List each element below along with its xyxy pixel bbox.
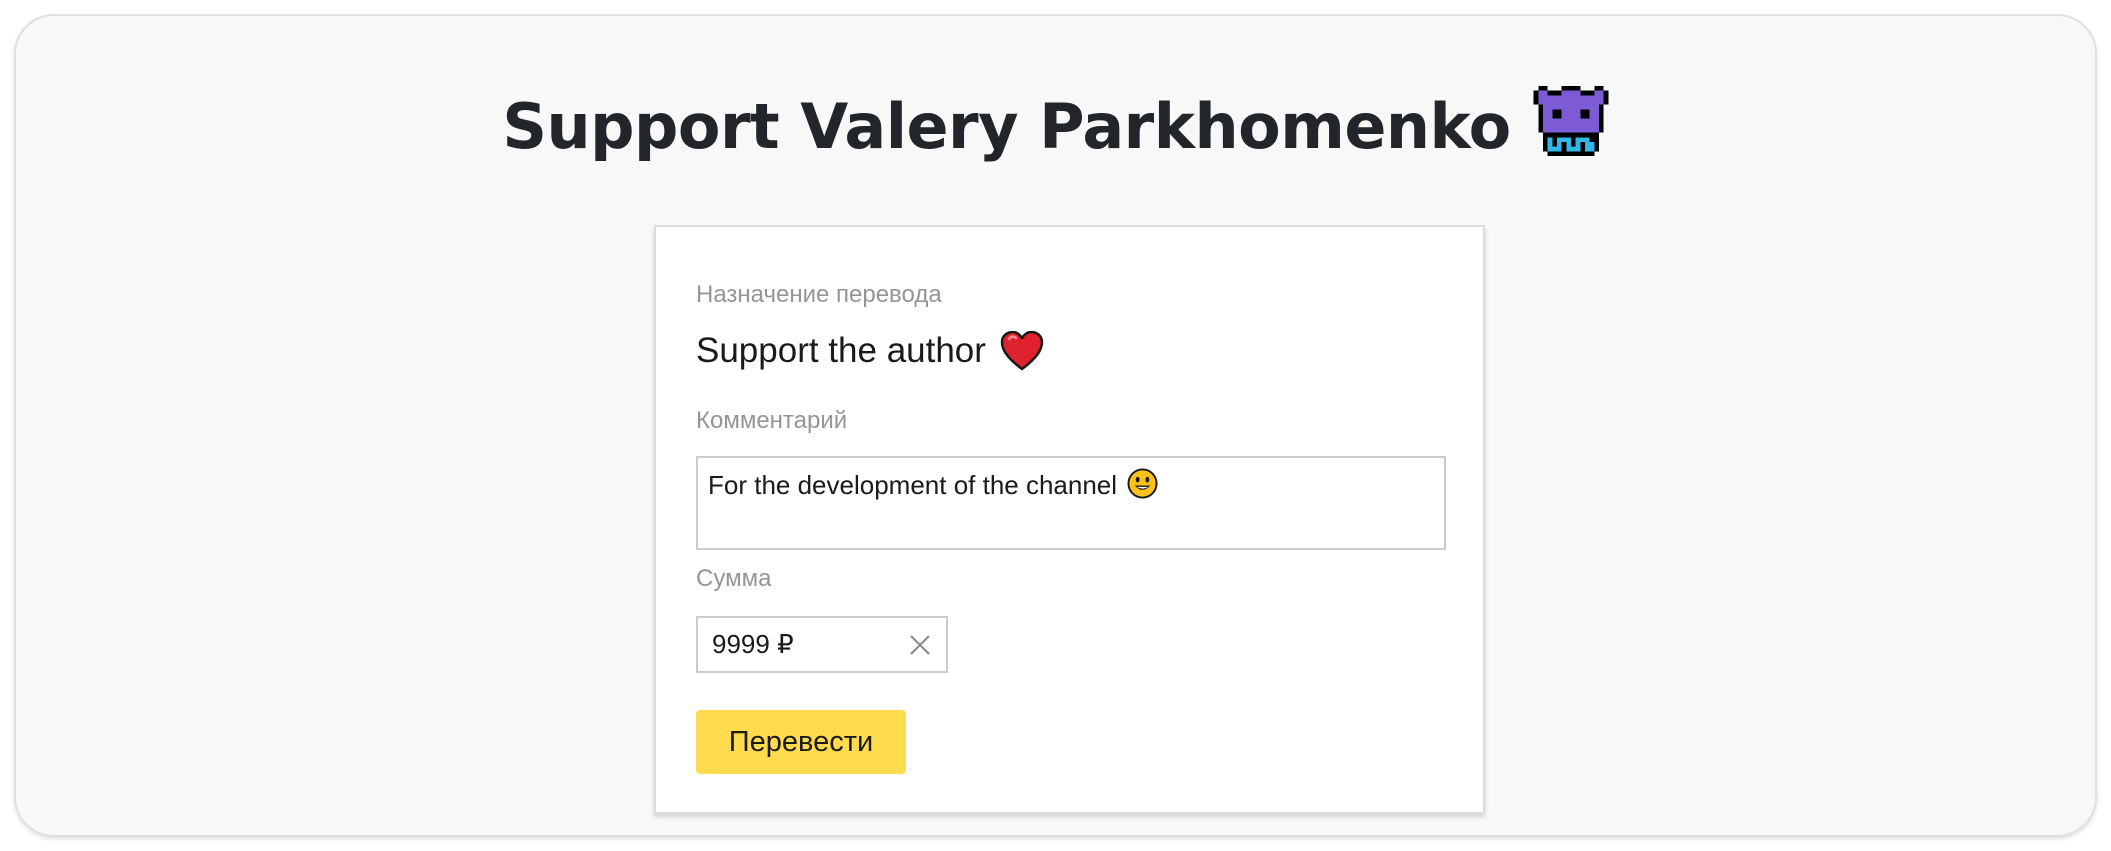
purpose-value: Support the author — [696, 331, 1044, 371]
comment-label: Комментарий — [696, 407, 848, 434]
alien-monster-icon — [1533, 85, 1609, 156]
page-title: Support Valery Parkhomenko — [16, 78, 2095, 168]
comment-field[interactable]: For the development of the channel — [696, 456, 1446, 550]
purpose-label: Назначение перевода — [696, 281, 942, 308]
page-container: Support Valery Parkhomenko Назначение пе… — [14, 14, 2097, 837]
amount-value: 9999 ₽ — [712, 629, 794, 659]
amount-label: Сумма — [696, 565, 772, 592]
purpose-text: Support the author — [696, 331, 986, 370]
payment-form-card: Назначение перевода Support the author К… — [654, 225, 1485, 814]
page-title-text: Support Valery Parkhomenko — [502, 89, 1511, 163]
amount-input[interactable]: 9999 ₽ — [696, 616, 948, 673]
heart-icon — [1000, 331, 1044, 371]
comment-text: For the development of the channel — [708, 470, 1118, 500]
smiley-icon — [1127, 468, 1158, 499]
transfer-button[interactable]: Перевести — [696, 710, 906, 774]
close-icon[interactable] — [908, 633, 932, 657]
